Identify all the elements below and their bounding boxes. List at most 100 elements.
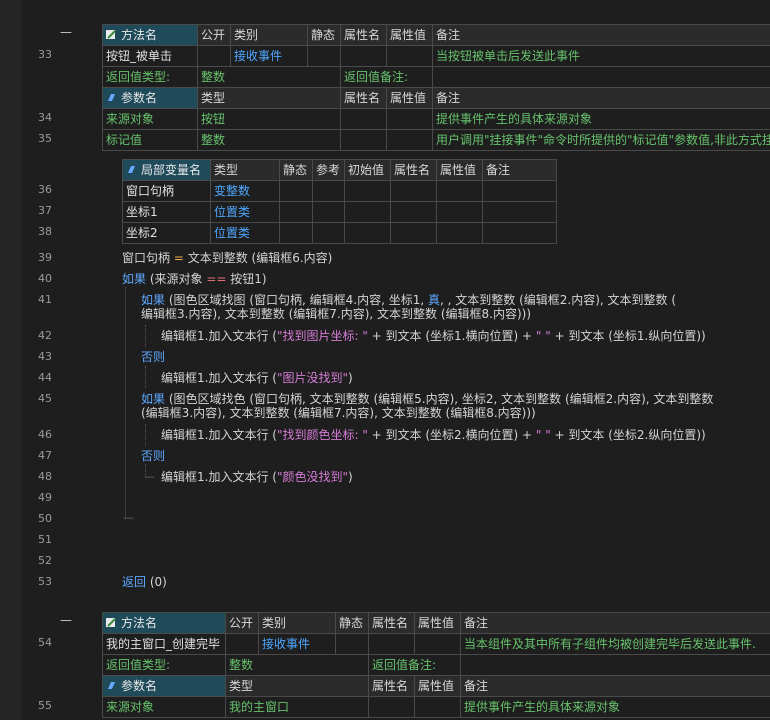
local-name-cell[interactable]: 坐标1 (122, 201, 211, 223)
return-type-label: 返回值类型: (102, 66, 198, 88)
line-number: 37 (38, 204, 52, 217)
code-line-45[interactable]: 如果 (图色区域找色 (窗口句柄, 文本到整数 (编辑框5.内容), 坐标2, … (141, 392, 713, 406)
category-cell[interactable]: 接收事件 (230, 45, 308, 67)
local-init-cell[interactable] (344, 180, 391, 202)
param-name-cell[interactable]: 标记值 (102, 129, 198, 151)
local-static-cell[interactable] (279, 201, 313, 223)
param-type-header: 类型 (225, 675, 369, 697)
local-static-cell[interactable] (279, 222, 313, 244)
method-name-cell[interactable]: 我的主窗口_创建完毕 (102, 633, 226, 655)
local-attr-value-cell[interactable] (436, 201, 483, 223)
local-attr-name-cell[interactable] (390, 201, 437, 223)
local-type-cell[interactable]: 位置类 (210, 222, 280, 244)
param-attr-value-cell[interactable] (386, 108, 433, 130)
param-attr-name-cell[interactable] (340, 129, 387, 151)
return-row[interactable]: 返回值类型: 整数 返回值备注: (102, 66, 770, 88)
param-attr-value-cell[interactable] (386, 129, 433, 151)
line-number: 34 (38, 111, 52, 124)
code-line-47-else[interactable]: 否则 (141, 449, 165, 463)
return-type-value[interactable]: 整数 (197, 66, 341, 88)
local-init-cell[interactable] (344, 201, 391, 223)
return-note-value[interactable] (460, 654, 770, 676)
attr-value-cell[interactable] (414, 633, 461, 655)
param-note-cell[interactable]: 提供事件产生的具体来源对象 (432, 108, 770, 130)
return-note-label: 返回值备注: (340, 66, 433, 88)
local-ref-header: 参考 (312, 159, 345, 181)
local-static-cell[interactable] (279, 180, 313, 202)
static-cell[interactable] (335, 633, 369, 655)
line-number: 36 (38, 183, 52, 196)
local-ref-cell[interactable] (312, 180, 345, 202)
local-var-row[interactable]: 坐标1 位置类 (122, 201, 557, 223)
code-line-41[interactable]: 如果 (图色区域找图 (窗口句柄, 编辑框4.内容, 坐标1, 真, , 文本到… (141, 293, 676, 307)
param-attr-name-cell[interactable] (340, 108, 387, 130)
local-init-cell[interactable] (344, 222, 391, 244)
method-row[interactable]: 我的主窗口_创建完毕 接收事件 当本组件及其中所有子组件均被创建完毕后发送此事件… (102, 633, 770, 655)
param-row[interactable]: 标记值 整数 用户调用"挂接事件"命令时所提供的"标记值"参数值,非此方式挂 (102, 129, 770, 151)
line-number: 48 (38, 470, 52, 483)
line-number: 40 (38, 272, 52, 285)
code-line-46[interactable]: 编辑框1.加入文本行 ("找到颜色坐标: " + 到文本 (坐标2.横向位置) … (161, 428, 706, 442)
param-type-cell[interactable]: 按钮 (197, 108, 341, 130)
return-type-value[interactable]: 整数 (225, 654, 369, 676)
local-attr-name-cell[interactable] (390, 222, 437, 244)
return-note-value[interactable] (432, 66, 770, 88)
code-line-44[interactable]: 编辑框1.加入文本行 ("图片没找到") (161, 371, 353, 385)
public-header: 公开 (197, 24, 231, 46)
local-type-cell[interactable]: 变整数 (210, 180, 280, 202)
local-ref-cell[interactable] (312, 222, 345, 244)
left-gutter (0, 0, 22, 720)
param-note-cell[interactable]: 提供事件产生的具体来源对象 (460, 696, 770, 718)
local-attr-value-cell[interactable] (436, 180, 483, 202)
param-note-cell[interactable]: 用户调用"挂接事件"命令时所提供的"标记值"参数值,非此方式挂 (432, 129, 770, 151)
collapse-marker[interactable]: — (60, 613, 72, 627)
method-row[interactable]: 按钮_被单击 接收事件 当按钮被单击后发送此事件 (102, 45, 770, 67)
local-note-cell[interactable] (482, 180, 557, 202)
param-name-cell[interactable]: 来源对象 (102, 108, 198, 130)
param-type-cell[interactable]: 我的主窗口 (225, 696, 369, 718)
local-name-cell[interactable]: 窗口句柄 (122, 180, 211, 202)
local-note-cell[interactable] (482, 222, 557, 244)
method-name-header: 方法名 (102, 24, 198, 46)
param-row[interactable]: 来源对象 我的主窗口 提供事件产生的具体来源对象 (102, 696, 770, 718)
note-cell[interactable]: 当本组件及其中所有子组件均被创建完毕后发送此事件. (460, 633, 770, 655)
return-row[interactable]: 返回值类型: 整数 返回值备注: (102, 654, 770, 676)
method-name-cell[interactable]: 按钮_被单击 (102, 45, 198, 67)
local-note-cell[interactable] (482, 201, 557, 223)
attr-name-cell[interactable] (368, 633, 415, 655)
param-attr-name-header: 属性名 (368, 675, 415, 697)
category-cell[interactable]: 接收事件 (258, 633, 336, 655)
local-var-row[interactable]: 坐标2 位置类 (122, 222, 557, 244)
code-line-42[interactable]: 编辑框1.加入文本行 ("找到图片坐标: " + 到文本 (坐标1.横向位置) … (161, 329, 706, 343)
code-line-48[interactable]: 编辑框1.加入文本行 ("颜色没找到") (161, 470, 353, 484)
note-cell[interactable]: 当按钮被单击后发送此事件 (432, 45, 770, 67)
attr-name-cell[interactable] (340, 45, 387, 67)
line-number: 55 (38, 699, 52, 712)
local-var-row[interactable]: 窗口句柄 变整数 (122, 180, 557, 202)
line-number: 49 (38, 491, 52, 504)
code-line-43-else[interactable]: 否则 (141, 350, 165, 364)
local-ref-cell[interactable] (312, 201, 345, 223)
code-line-53[interactable]: 返回 (0) (122, 575, 167, 589)
collapse-marker[interactable]: — (60, 25, 72, 39)
local-attr-name-cell[interactable] (390, 180, 437, 202)
local-attr-value-cell[interactable] (436, 222, 483, 244)
code-line-40[interactable]: 如果 (来源对象 == 按钮1) (122, 272, 267, 286)
param-row[interactable]: 来源对象 按钮 提供事件产生的具体来源对象 (102, 108, 770, 130)
return-note-label: 返回值备注: (368, 654, 461, 676)
param-attr-name-cell[interactable] (368, 696, 415, 718)
attr-value-cell[interactable] (386, 45, 433, 67)
local-type-cell[interactable]: 位置类 (210, 201, 280, 223)
public-cell[interactable] (197, 45, 231, 67)
param-name-cell[interactable]: 来源对象 (102, 696, 226, 718)
public-cell[interactable] (225, 633, 259, 655)
code-line-41-cont[interactable]: 编辑框3.内容), 文本到整数 (编辑框7.内容), 文本到整数 (编辑框8.内… (141, 307, 531, 321)
param-type-cell[interactable]: 整数 (197, 129, 341, 151)
local-name-cell[interactable]: 坐标2 (122, 222, 211, 244)
attr-value-header: 属性值 (414, 612, 461, 634)
param-attr-value-cell[interactable] (414, 696, 461, 718)
code-line-39[interactable]: 窗口句柄 = 文本到整数 (编辑框6.内容) (122, 251, 332, 265)
code-line-45-cont[interactable]: (编辑框3.内容), 文本到整数 (编辑框7.内容), 文本到整数 (编辑框8.… (141, 406, 536, 420)
static-cell[interactable] (307, 45, 341, 67)
line-number: 35 (38, 132, 52, 145)
